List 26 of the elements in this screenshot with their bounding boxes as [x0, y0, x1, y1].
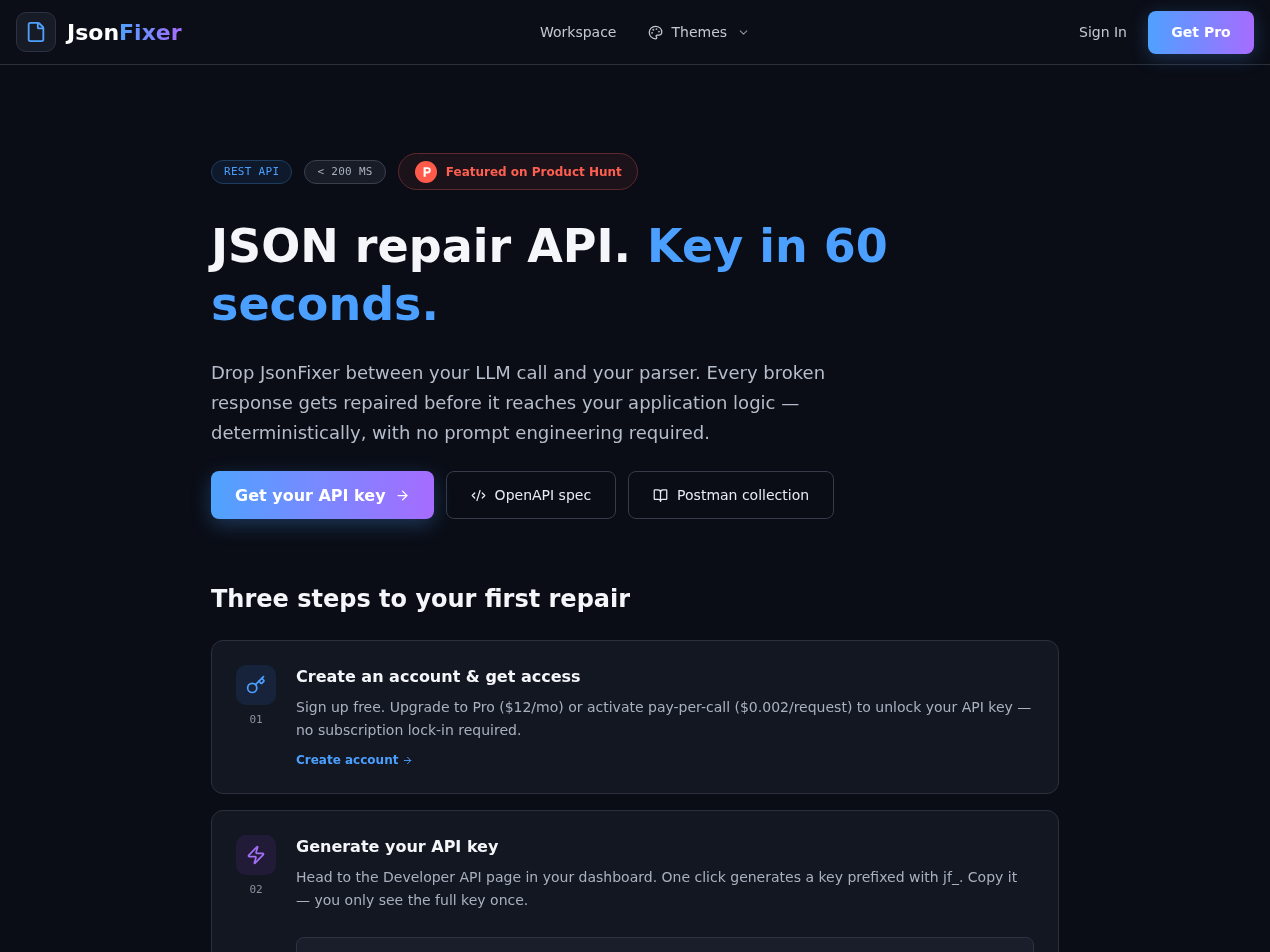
section-title: Three steps to your first repair [211, 584, 632, 615]
hero-description: Drop JsonFixer between your LLM call and your parser. Every broken response gets repaired before it reaches your application logic — deterministically, with no prompt engineering required. [211, 361, 827, 445]
step-title: Create an account & get access [296, 666, 582, 688]
secondary-button[interactable]: Postman collection [628, 471, 835, 519]
step-title: Generate your API key [296, 836, 500, 858]
palette-icon [648, 24, 664, 40]
step-number: 01 [249, 713, 263, 726]
label-tag: REST API [211, 159, 293, 184]
key-icon [236, 665, 276, 705]
arrow-right-icon [402, 754, 414, 766]
featured-link[interactable]: Featured on Product Hunt [397, 153, 638, 190]
lightning-icon [236, 835, 276, 875]
code-icon [470, 487, 486, 503]
file-icon [16, 12, 56, 52]
sign-in-link[interactable]: Sign In [1079, 20, 1127, 44]
step-link[interactable]: Create account [296, 751, 414, 769]
step-description: Sign up free. Upgrade to Pro ($12/mo) or activate pay-per-call ($0.002/request) to unlock your API key — no subscription lock-in required. [296, 698, 1033, 740]
step-number: 02 [249, 883, 263, 896]
circle-logo-icon [414, 160, 437, 183]
nav-dropdown[interactable]: Themes [648, 20, 751, 44]
label-tag: < 200 MS [304, 159, 386, 184]
book-icon [653, 487, 669, 503]
nav-link[interactable]: Workspace [539, 20, 617, 44]
secondary-button[interactable]: OpenAPI spec [445, 471, 617, 519]
arrow-right-icon [394, 487, 410, 503]
step-description: Head to the Developer API page in your dashboard. One click generates a key prefixed with jf_. Copy it — you only see the full key once. [296, 868, 1019, 910]
